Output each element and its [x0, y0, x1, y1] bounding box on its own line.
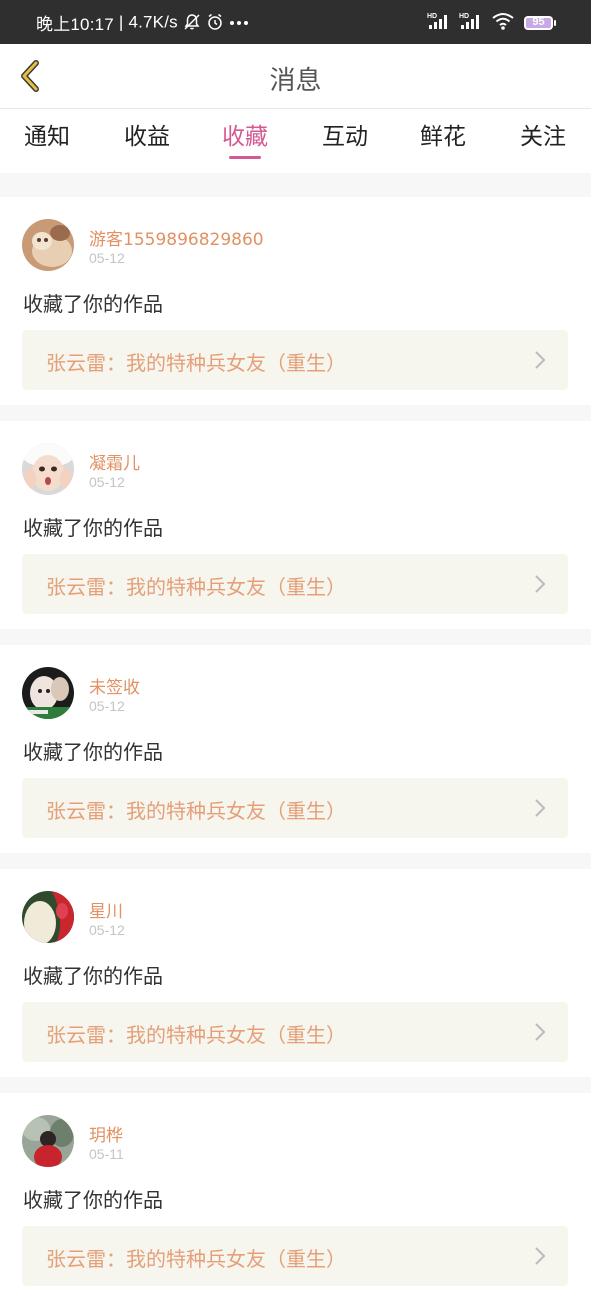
tab-earnings[interactable]: 收益: [107, 117, 187, 151]
list-item: 玥桦 05-11 收藏了你的作品 张云雷：我的特种兵女友（重生）: [0, 1093, 591, 1301]
work-title: 张云雷：我的特种兵女友（重生）: [46, 351, 346, 375]
date: 05-11: [89, 1146, 124, 1162]
list-item: 未签收 05-12 收藏了你的作品 张云雷：我的特种兵女友（重生）: [0, 645, 591, 853]
list-item: 星川 05-12 收藏了你的作品 张云雷：我的特种兵女友（重生）: [0, 869, 591, 1077]
alarm-icon: [206, 13, 229, 32]
bell-off-icon: [183, 13, 206, 32]
tab-interactions[interactable]: 互动: [305, 117, 385, 151]
header: 消息: [0, 44, 591, 109]
chevron-right-icon: [535, 1023, 546, 1041]
tab-flowers[interactable]: 鲜花: [403, 117, 483, 151]
work-link[interactable]: 张云雷：我的特种兵女友（重生）: [22, 554, 568, 614]
status-bar: 晚上10:17 | 4.7K/s HD HD 95: [0, 0, 591, 44]
list-item: 凝霜儿 05-12 收藏了你的作品 张云雷：我的特种兵女友（重生）: [0, 421, 591, 629]
action-text: 收藏了你的作品: [23, 740, 163, 764]
avatar[interactable]: [22, 219, 74, 271]
username[interactable]: 游客1559896829860: [89, 225, 264, 250]
more-dots-icon: [229, 13, 249, 32]
work-link[interactable]: 张云雷：我的特种兵女友（重生）: [22, 1226, 568, 1286]
work-title: 张云雷：我的特种兵女友（重生）: [46, 1247, 346, 1271]
status-time: 晚上10:17: [36, 15, 114, 34]
username[interactable]: 未签收: [89, 673, 140, 698]
svg-text:HD: HD: [459, 13, 469, 20]
work-title: 张云雷：我的特种兵女友（重生）: [46, 799, 346, 823]
tab-bar: 通知 收益 收藏 互动 鲜花 关注: [0, 109, 591, 173]
work-link[interactable]: 张云雷：我的特种兵女友（重生）: [22, 778, 568, 838]
avatar[interactable]: [22, 667, 74, 719]
date: 05-12: [89, 698, 125, 714]
work-link[interactable]: 张云雷：我的特种兵女友（重生）: [22, 330, 568, 390]
action-text: 收藏了你的作品: [23, 292, 163, 316]
signal-hd-icon: HD: [427, 11, 451, 35]
status-separator: |: [118, 12, 124, 32]
wifi-icon: [491, 11, 515, 35]
username[interactable]: 星川: [89, 897, 123, 922]
avatar[interactable]: [22, 1115, 74, 1167]
username[interactable]: 凝霜儿: [89, 449, 140, 474]
chevron-right-icon: [535, 1247, 546, 1265]
work-link[interactable]: 张云雷：我的特种兵女友（重生）: [22, 1002, 568, 1062]
page-title: 消息: [269, 66, 322, 96]
avatar[interactable]: [22, 891, 74, 943]
action-text: 收藏了你的作品: [23, 516, 163, 540]
work-title: 张云雷：我的特种兵女友（重生）: [46, 575, 346, 599]
chevron-right-icon: [535, 575, 546, 593]
status-left: 晚上10:17 | 4.7K/s: [36, 10, 249, 35]
battery-icon: 95: [523, 15, 557, 31]
tab-follow[interactable]: 关注: [503, 117, 583, 151]
action-text: 收藏了你的作品: [23, 1188, 163, 1212]
date: 05-12: [89, 922, 125, 938]
signal-hd-icon: HD: [459, 11, 483, 35]
avatar[interactable]: [22, 443, 74, 495]
date: 05-12: [89, 250, 125, 266]
status-right: HD HD 95: [427, 13, 557, 33]
action-text: 收藏了你的作品: [23, 964, 163, 988]
username[interactable]: 玥桦: [89, 1121, 123, 1146]
tab-notifications[interactable]: 通知: [7, 117, 87, 151]
svg-text:HD: HD: [427, 13, 437, 20]
battery-level: 95: [532, 16, 545, 28]
work-title: 张云雷：我的特种兵女友（重生）: [46, 1023, 346, 1047]
date: 05-12: [89, 474, 125, 490]
chevron-right-icon: [535, 799, 546, 817]
chevron-right-icon: [535, 351, 546, 369]
list-item: 游客1559896829860 05-12 收藏了你的作品 张云雷：我的特种兵女…: [0, 197, 591, 405]
active-tab-indicator: [229, 156, 261, 159]
tab-favorites[interactable]: 收藏: [205, 117, 285, 151]
status-net-speed: 4.7K/s: [128, 12, 178, 32]
